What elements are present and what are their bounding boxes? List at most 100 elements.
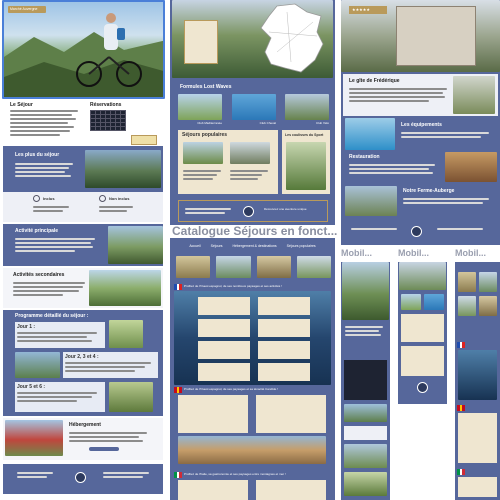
sport-heading: Les coulisses du Sport	[285, 133, 324, 137]
formule-caption-3: Club Vélo	[315, 121, 329, 125]
sejour-text-block: Le Séjour	[10, 102, 80, 138]
mobile2-card-2[interactable]	[401, 346, 444, 376]
portfolio-mockup-board: Marché Auvergne Le Séjour Réservations R…	[0, 0, 500, 500]
cat-top-photo-3[interactable]	[256, 256, 291, 278]
valley-photo	[15, 352, 60, 378]
spain-flag-icon	[174, 387, 183, 393]
best-photo-2[interactable]	[230, 142, 270, 164]
formules-heading: Formules Lost Waves	[180, 84, 232, 90]
mobile-mockup-3	[455, 262, 500, 500]
italy-card-2[interactable]	[256, 480, 326, 500]
hero-cyclist-photo: Marché Auvergne	[2, 0, 165, 99]
mountain-village-photo	[85, 150, 161, 188]
chalet-photo	[5, 420, 63, 456]
nav-populaires[interactable]: Séjours populaires	[287, 244, 316, 249]
gite-heading: Le gîte de Frédérique	[349, 78, 400, 84]
panel2-footer: Découvrez une aventure unique	[178, 200, 328, 222]
inclus-section: Inclus Non inclus	[3, 192, 163, 222]
mobile3-photo-1[interactable]	[458, 272, 476, 292]
best-photo-1[interactable]	[183, 142, 223, 164]
gite-stars: ★★★★★	[349, 6, 387, 14]
calendar-widget[interactable]	[90, 110, 126, 131]
france-card-8[interactable]	[258, 363, 310, 381]
gite-page-mockup: ★★★★★ Le gîte de Frédérique Les équipeme…	[341, 0, 500, 245]
mobile1-photo-4	[344, 472, 387, 496]
italy-flag-icon	[174, 472, 183, 478]
cabin-photo	[109, 320, 143, 348]
france-card-7[interactable]	[198, 363, 250, 381]
mobile3-photo-4[interactable]	[479, 296, 497, 316]
france-flag-icon	[174, 284, 183, 290]
nav-sejours[interactable]: Séjours	[211, 244, 223, 249]
activites-secondaires-section: Activités secondaires	[3, 268, 163, 308]
activites-heading: Activités secondaires	[13, 272, 65, 278]
france-card-2[interactable]	[258, 297, 310, 315]
france-card-1[interactable]	[198, 297, 250, 315]
cat-top-photo-4[interactable]	[296, 256, 331, 278]
france-card-4[interactable]	[258, 319, 310, 337]
mobile3-photo-3[interactable]	[458, 296, 476, 316]
inclus-heading: Inclus	[43, 196, 55, 201]
cat-top-photo-2[interactable]	[216, 256, 251, 278]
mobile2-photo-1[interactable]	[401, 294, 421, 310]
mobile-title-3: Mobil...	[455, 248, 486, 258]
seville-photo[interactable]	[178, 436, 326, 464]
catalogue-nav: Accueil Séjours Hébergement & destinatio…	[170, 240, 335, 252]
nav-hebergement[interactable]: Hébergement & destinations	[233, 244, 277, 249]
mountain-bike-photo	[108, 226, 163, 264]
mobile2-card[interactable]	[401, 314, 444, 342]
gite-side-photo	[453, 76, 495, 114]
jour5-card: Jour 5 et 6 :	[15, 382, 105, 412]
italy-card-1[interactable]	[178, 480, 248, 500]
hiker-photo	[89, 270, 161, 306]
mobile2-logo-icon	[417, 382, 428, 393]
formule-photo-3[interactable]	[285, 94, 329, 120]
mobile1-photo-2	[344, 404, 387, 422]
gite-building-icon	[396, 6, 476, 66]
jour5-label: Jour 5 et 6 :	[17, 384, 46, 390]
formule-photo-1[interactable]	[178, 94, 222, 120]
sport-photo[interactable]	[286, 142, 326, 190]
catalogue-page-mockup: Accueil Séjours Hébergement & destinatio…	[170, 238, 335, 500]
mobile3-italy-block[interactable]	[458, 477, 497, 497]
footer-logo-icon	[75, 472, 86, 483]
mobile1-photo-3	[344, 444, 387, 468]
france-card-3[interactable]	[198, 319, 250, 337]
mobile3-spain-block[interactable]	[458, 413, 497, 463]
hebergement-button[interactable]	[89, 447, 119, 451]
mobile-title-2: Mobil...	[398, 248, 429, 258]
gite-hero-photo: ★★★★★	[341, 0, 500, 72]
spain-card-1[interactable]	[178, 395, 248, 433]
italy-section-title: Profitez de l'Italie, sa gastronomie et …	[184, 472, 286, 476]
sport-box: Les coulisses du Sport	[282, 130, 330, 194]
france-card-6[interactable]	[258, 341, 310, 359]
nav-accueil[interactable]: Accueil	[189, 244, 200, 249]
equip-heading: Les équipements	[401, 122, 442, 128]
mobile-title-1: Mobil...	[341, 248, 372, 258]
mobile1-calendar[interactable]	[344, 360, 387, 400]
jour23-card: Jour 2, 3 et 4 :	[63, 352, 158, 378]
formules-page-mockup: Formules Lost Waves Club Méditerranée Cl…	[170, 0, 335, 225]
mobile2-photo-2[interactable]	[424, 294, 444, 310]
plus-heading: Les plus du séjour	[15, 152, 60, 158]
france-card-5[interactable]	[198, 341, 250, 359]
mobile1-hero	[342, 262, 389, 320]
gite-intro-section: Le gîte de Frédérique	[343, 74, 498, 116]
formule-card[interactable]	[184, 20, 218, 64]
panel3-footer	[347, 222, 495, 242]
cat-top-photo-1[interactable]	[176, 256, 211, 278]
formule-photo-2[interactable]	[232, 94, 276, 120]
mobile2-hero	[399, 262, 446, 290]
mobile1-inclus	[344, 426, 387, 440]
jour1-card: Jour 1 :	[15, 322, 105, 348]
best-heading: Séjours populaires	[182, 132, 228, 138]
jour23-label: Jour 2, 3 et 4 :	[65, 354, 99, 360]
spain-card-2[interactable]	[256, 395, 326, 433]
hebergement-section: Hébergement	[3, 418, 163, 460]
mobile3-photo-2[interactable]	[479, 272, 497, 292]
mobile3-france-flag-icon	[457, 342, 466, 348]
mobile3-france-block	[458, 350, 497, 400]
check-icon	[33, 195, 40, 202]
panel3-logo-icon	[411, 226, 422, 237]
restaurant-photo	[445, 152, 497, 182]
